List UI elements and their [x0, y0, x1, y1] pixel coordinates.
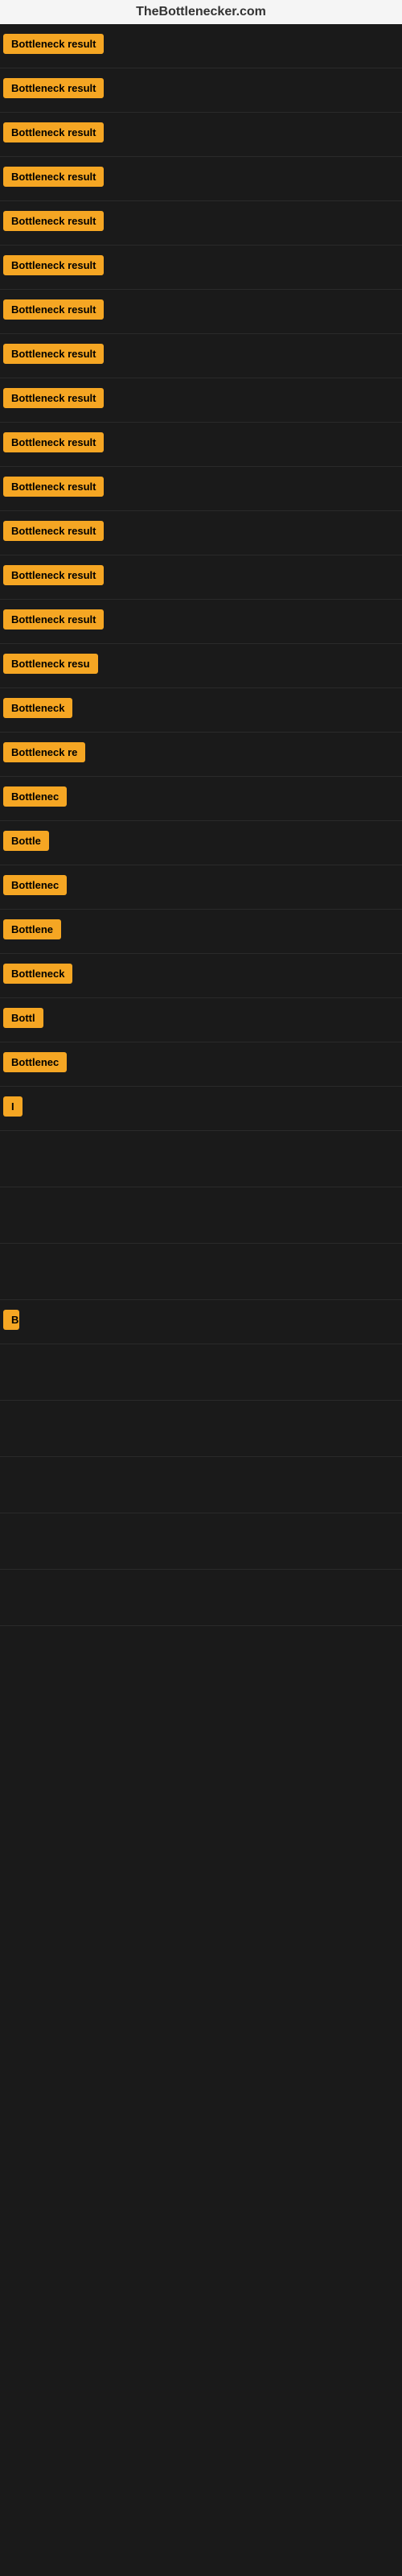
- bottleneck-badge[interactable]: Bottleneck: [3, 964, 72, 984]
- result-row: Bottle: [0, 821, 402, 865]
- result-row: Bottleneck: [0, 954, 402, 998]
- bottleneck-badge[interactable]: Bottleneck result: [3, 167, 104, 187]
- bottleneck-badge[interactable]: Bottleneck result: [3, 477, 104, 497]
- bottleneck-badge[interactable]: Bottleneck result: [3, 565, 104, 585]
- bottleneck-badge[interactable]: Bottleneck: [3, 698, 72, 718]
- result-row: [0, 1570, 402, 1626]
- result-row: Bottleneck re: [0, 733, 402, 777]
- bottleneck-badge[interactable]: Bottleneck result: [3, 388, 104, 408]
- result-row: Bottl: [0, 998, 402, 1042]
- bottleneck-badge[interactable]: Bottleneck result: [3, 122, 104, 142]
- bottleneck-badge[interactable]: Bottlenec: [3, 786, 67, 807]
- result-row: Bottleneck result: [0, 378, 402, 423]
- result-row: Bottleneck result: [0, 24, 402, 68]
- result-row: Bottlenec: [0, 1042, 402, 1087]
- bottleneck-badge[interactable]: Bottleneck result: [3, 344, 104, 364]
- rows-container: Bottleneck result Bottleneck result Bottle…: [0, 24, 402, 1626]
- result-row: [0, 1401, 402, 1457]
- page-container: TheBottlenecker.com Bottleneck resultBot…: [0, 0, 402, 2576]
- bottleneck-badge[interactable]: Bottleneck result: [3, 299, 104, 320]
- result-row: Bottleneck: [0, 688, 402, 733]
- result-row: Bottleneck result: [0, 600, 402, 644]
- result-row: Bottlenec: [0, 865, 402, 910]
- result-row: Bottleneck resu: [0, 644, 402, 688]
- result-row: Bottleneck result: [0, 555, 402, 600]
- result-row: Bottleneck result: [0, 157, 402, 201]
- result-row: Bottleneck result: [0, 511, 402, 555]
- bottleneck-badge[interactable]: Bottleneck result: [3, 78, 104, 98]
- bottleneck-badge[interactable]: Bottleneck result: [3, 34, 104, 54]
- bottleneck-badge[interactable]: Bottl: [3, 1008, 43, 1028]
- result-row: Bottleneck result: [0, 113, 402, 157]
- result-row: Bottleneck result: [0, 246, 402, 290]
- result-row: Bottleneck result: [0, 290, 402, 334]
- result-row: [0, 1244, 402, 1300]
- site-header: TheBottlenecker.com: [0, 0, 402, 24]
- result-row: I: [0, 1087, 402, 1131]
- bottleneck-badge[interactable]: Bottleneck result: [3, 432, 104, 452]
- result-row: Bottleneck result: [0, 201, 402, 246]
- bottleneck-badge[interactable]: B: [3, 1310, 19, 1330]
- bottleneck-badge[interactable]: Bottleneck re: [3, 742, 85, 762]
- bottleneck-badge[interactable]: I: [3, 1096, 23, 1117]
- bottleneck-badge[interactable]: Bottleneck result: [3, 255, 104, 275]
- result-row: [0, 1187, 402, 1244]
- site-title: TheBottlenecker.com: [136, 5, 266, 19]
- result-row: Bottleneck result: [0, 68, 402, 113]
- result-row: B: [0, 1300, 402, 1344]
- result-row: [0, 1344, 402, 1401]
- bottleneck-badge[interactable]: Bottleneck resu: [3, 654, 98, 674]
- result-row: Bottlenec: [0, 777, 402, 821]
- bottleneck-badge[interactable]: Bottlene: [3, 919, 61, 939]
- result-row: Bottlene: [0, 910, 402, 954]
- result-row: [0, 1457, 402, 1513]
- bottleneck-badge[interactable]: Bottlenec: [3, 875, 67, 895]
- result-row: [0, 1513, 402, 1570]
- bottleneck-badge[interactable]: Bottlenec: [3, 1052, 67, 1072]
- result-row: Bottleneck result: [0, 467, 402, 511]
- bottleneck-badge[interactable]: Bottleneck result: [3, 211, 104, 231]
- result-row: Bottleneck result: [0, 423, 402, 467]
- result-row: Bottleneck result: [0, 334, 402, 378]
- bottleneck-badge[interactable]: Bottle: [3, 831, 49, 851]
- bottleneck-badge[interactable]: Bottleneck result: [3, 609, 104, 630]
- result-row: [0, 1131, 402, 1187]
- bottleneck-badge[interactable]: Bottleneck result: [3, 521, 104, 541]
